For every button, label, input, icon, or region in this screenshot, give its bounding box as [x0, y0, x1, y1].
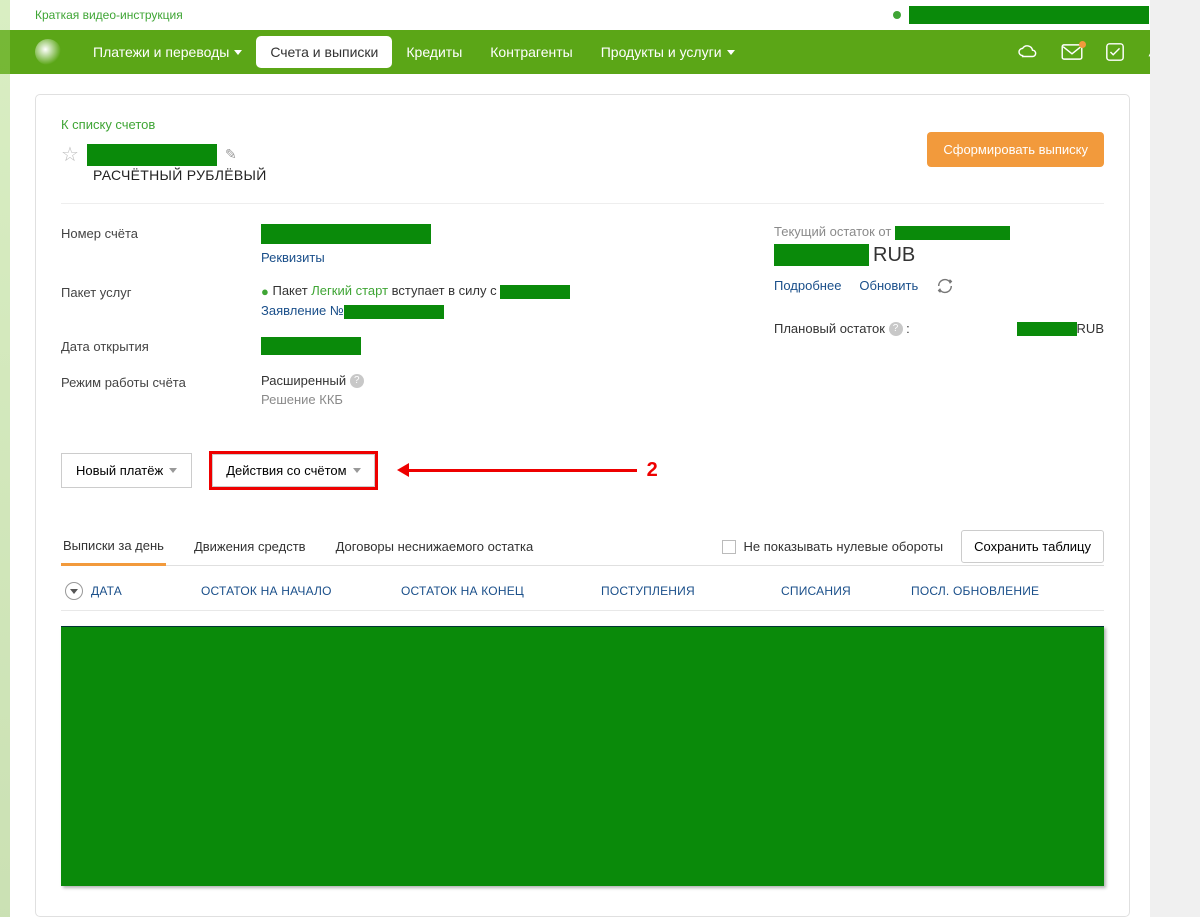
help-icon[interactable]: ? — [889, 322, 903, 336]
status-dot-icon — [893, 11, 901, 19]
col-outflows[interactable]: СПИСАНИЯ — [781, 584, 911, 598]
help-icon[interactable]: ? — [350, 374, 364, 388]
main-nav: Платежи и переводы Счета и выписки Креди… — [0, 30, 1200, 74]
balance-date-redacted — [895, 226, 1010, 240]
pkg-suffix: вступает в силу с — [388, 283, 500, 298]
account-mode-value: Расширенный — [261, 373, 346, 388]
refresh-icon[interactable] — [936, 277, 954, 295]
pkg-prefix: Пакет — [272, 283, 311, 298]
annotation-number: 2 — [647, 459, 658, 482]
caret-down-icon — [727, 50, 735, 55]
nav-counterparties[interactable]: Контрагенты — [476, 34, 586, 70]
tab-movements[interactable]: Движения средств — [192, 529, 308, 564]
nav-counterparties-label: Контрагенты — [490, 44, 572, 60]
balance-currency: RUB — [873, 244, 915, 267]
account-mode-label: Режим работы счёта — [61, 373, 261, 390]
table-body-redacted — [61, 626, 1104, 886]
col-inflows[interactable]: ПОСТУПЛЕНИЯ — [601, 584, 781, 598]
package-date-redacted — [500, 285, 570, 299]
sort-toggle-icon[interactable] — [65, 582, 83, 600]
tasks-icon[interactable] — [1105, 42, 1125, 62]
generate-statement-button[interactable]: Сформировать выписку — [927, 132, 1104, 167]
service-package-label: Пакет услуг — [61, 283, 261, 300]
user-menu[interactable] — [893, 6, 1165, 24]
col-opening-balance[interactable]: ОСТАТОК НА НАЧАЛО — [201, 584, 401, 598]
col-last-update[interactable]: ПОСЛ. ОБНОВЛЕНИЕ — [911, 584, 1100, 598]
nav-credits-label: Кредиты — [406, 44, 462, 60]
bank-logo-icon[interactable] — [35, 39, 61, 65]
video-instruction-link[interactable]: Краткая видео-инструкция — [35, 8, 183, 22]
account-number-redacted — [261, 224, 431, 244]
checkbox-icon — [722, 540, 736, 554]
annotation-arrow: 2 — [407, 459, 658, 482]
current-balance-head: Текущий остаток от — [774, 224, 895, 239]
application-no-redacted — [344, 305, 444, 319]
caret-down-icon — [353, 468, 361, 473]
page-left-stripe — [0, 0, 10, 917]
nav-payments[interactable]: Платежи и переводы — [79, 34, 256, 70]
bullet-icon: ● — [261, 284, 269, 299]
col-date[interactable]: ДАТА — [91, 584, 201, 598]
open-date-label: Дата открытия — [61, 337, 261, 354]
account-card: К списку счетов ☆ ✎ РАСЧЁТНЫЙ РУБЛЁВЫЙ С… — [35, 94, 1130, 917]
tab-min-balance-contracts[interactable]: Договоры неснижаемого остатка — [334, 529, 536, 564]
balance-details-link[interactable]: Подробнее — [774, 278, 841, 293]
requisites-link[interactable]: Реквизиты — [261, 250, 325, 265]
nav-accounts[interactable]: Счета и выписки — [256, 36, 392, 68]
balance-refresh-link[interactable]: Обновить — [859, 278, 918, 293]
nav-products[interactable]: Продукты и услуги — [587, 34, 749, 70]
caret-down-icon — [169, 468, 177, 473]
nav-products-label: Продукты и услуги — [601, 44, 722, 60]
table-header: ДАТА ОСТАТОК НА НАЧАЛО ОСТАТОК НА КОНЕЦ … — [61, 572, 1104, 611]
open-date-redacted — [261, 337, 361, 355]
back-to-accounts-link[interactable]: К списку счетов — [61, 117, 155, 132]
hide-zero-label: Не показывать нулевые обороты — [744, 539, 944, 554]
planned-amount-redacted — [1017, 322, 1077, 336]
edit-pencil-icon[interactable]: ✎ — [225, 146, 237, 163]
package-name-link[interactable]: Легкий старт — [311, 283, 388, 298]
planned-balance-label: Плановый остаток — [774, 321, 885, 336]
balance-amount-redacted — [774, 244, 869, 266]
account-actions-label: Действия со счётом — [226, 463, 346, 478]
application-link[interactable]: Заявление № — [261, 303, 344, 318]
hide-zero-checkbox[interactable]: Не показывать нулевые обороты — [722, 539, 944, 554]
save-table-button[interactable]: Сохранить таблицу — [961, 530, 1104, 563]
caret-down-icon — [234, 50, 242, 55]
mail-icon[interactable] — [1061, 44, 1083, 60]
page-right-gutter — [1150, 0, 1200, 917]
cloud-icon[interactable] — [1017, 43, 1039, 61]
account-actions-button[interactable]: Действия со счётом — [212, 454, 374, 487]
account-number-label: Номер счёта — [61, 224, 261, 241]
nav-credits[interactable]: Кредиты — [392, 34, 476, 70]
nav-payments-label: Платежи и переводы — [93, 44, 229, 60]
new-payment-label: Новый платёж — [76, 463, 163, 478]
nav-accounts-label: Счета и выписки — [270, 44, 378, 60]
account-type-label: РАСЧЁТНЫЙ РУБЛЁВЫЙ — [93, 167, 267, 183]
separator — [61, 203, 1104, 204]
planned-currency: RUB — [1077, 321, 1104, 336]
favorite-star-icon[interactable]: ☆ — [61, 142, 79, 167]
col-closing-balance[interactable]: ОСТАТОК НА КОНЕЦ — [401, 584, 601, 598]
account-name-redacted — [87, 144, 217, 166]
arrow-line-icon — [407, 469, 637, 472]
mail-badge-icon — [1079, 41, 1086, 48]
new-payment-button[interactable]: Новый платёж — [61, 453, 192, 488]
kkb-decision-text: Решение ККБ — [261, 392, 343, 407]
tab-daily-statements[interactable]: Выписки за день — [61, 528, 166, 566]
user-name-redacted — [909, 6, 1149, 24]
